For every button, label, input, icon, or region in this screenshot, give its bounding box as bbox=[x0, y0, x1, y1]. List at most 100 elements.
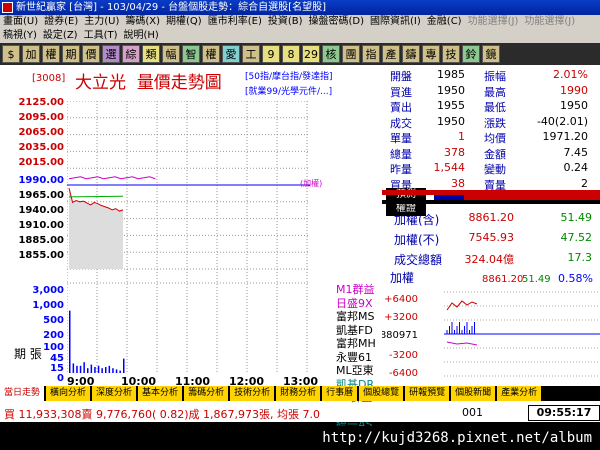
toolbar-button[interactable]: 價 bbox=[82, 45, 100, 63]
index-label: 加權(不) bbox=[394, 233, 440, 247]
analysis-tabs: 當日走勢 橫向分析 深度分析 基本分析 籌碼分析 技術分析 財務分析 行事曆 個股總覽 研報預覽個… bbox=[0, 386, 600, 401]
toolbar-button[interactable]: 指 bbox=[362, 45, 380, 63]
toolbar-button[interactable]: 權 bbox=[42, 45, 60, 63]
toolbar-button[interactable]: 核 bbox=[322, 45, 340, 63]
menu-item[interactable]: 功能選擇(J) bbox=[521, 15, 578, 29]
volume-bar bbox=[69, 310, 71, 373]
menu-item[interactable]: 稿視(Y) bbox=[0, 29, 40, 43]
analysis-tab[interactable]: 籌碼分析 bbox=[184, 386, 229, 401]
quote-value: 1950 bbox=[437, 114, 465, 128]
analysis-tab[interactable]: 個股總覽 bbox=[359, 386, 404, 401]
volume-bar bbox=[115, 369, 118, 373]
menu-item[interactable]: 設定(Z) bbox=[40, 29, 81, 43]
quote-label: 最高 bbox=[484, 85, 506, 99]
clock: 09:55:17 bbox=[528, 405, 600, 421]
analysis-tab[interactable]: 技術分析 bbox=[230, 386, 275, 401]
volume-bar bbox=[83, 362, 85, 373]
toolbar-button[interactable]: 智 bbox=[182, 45, 200, 63]
toolbar-button[interactable]: 團 bbox=[342, 45, 360, 63]
stock-code[interactable]: [3008] bbox=[32, 73, 65, 84]
analysis-tab[interactable]: 行事曆 bbox=[322, 386, 358, 401]
menu-item[interactable]: 證券(E) bbox=[41, 15, 81, 29]
broker-item[interactable]: M1群益 bbox=[336, 283, 382, 297]
toolbar-button[interactable]: 期 bbox=[62, 45, 80, 63]
chart-panel: [3008] 大立光 量價走勢圖 [50指/摩台指/發達指] [就業99/光學元… bbox=[0, 65, 382, 445]
toolbar-button[interactable]: 綜 bbox=[122, 45, 140, 63]
volume-bar bbox=[90, 364, 93, 373]
broker-item[interactable]: 富邦MH bbox=[336, 337, 382, 351]
broker-item[interactable]: 富邦MS bbox=[336, 310, 382, 324]
menu-item[interactable]: 說明(H) bbox=[121, 29, 162, 43]
broker-item[interactable]: 永豐61 bbox=[336, 351, 382, 365]
quote-value: 1990 bbox=[560, 83, 588, 97]
toolbar-button[interactable]: 專 bbox=[422, 45, 440, 63]
toolbar-button[interactable]: 加 bbox=[22, 45, 40, 63]
page-number: 001 bbox=[462, 406, 483, 419]
broker-item[interactable]: ML亞東 bbox=[336, 364, 382, 378]
toolbar-button[interactable]: $ bbox=[2, 45, 20, 63]
menu-item[interactable]: 金融(C) bbox=[424, 15, 465, 29]
stock-tag-index[interactable]: [50指/摩台指/發達指] bbox=[245, 69, 333, 82]
index-change: 51.49 bbox=[560, 211, 593, 224]
broker-item[interactable]: 日盛9X bbox=[336, 297, 382, 311]
toolbar-button[interactable]: 9 bbox=[262, 45, 280, 63]
toolbar-button[interactable]: 29 bbox=[302, 45, 320, 63]
quote-value: 1971.20 bbox=[542, 130, 589, 143]
menu-item[interactable]: 籌碼(X) bbox=[122, 15, 163, 29]
price-chart[interactable] bbox=[66, 100, 310, 373]
stock-header: [3008] 大立光 量價走勢圖 [50指/摩台指/發達指] [就業99/光學元… bbox=[0, 65, 382, 101]
toolbar-button[interactable]: 類 bbox=[142, 45, 160, 63]
toolbar-button[interactable]: 技 bbox=[442, 45, 460, 63]
toolbar-button[interactable]: 鈴 bbox=[462, 45, 480, 63]
volume-bar bbox=[87, 368, 89, 373]
toolbar-button[interactable]: 工 bbox=[242, 45, 260, 63]
quote-label: 振幅 bbox=[484, 70, 506, 83]
menu-item[interactable]: 工具(T) bbox=[81, 29, 121, 43]
toolbar-button[interactable]: 鑄 bbox=[402, 45, 420, 63]
menu-item[interactable]: 主力(U) bbox=[81, 15, 122, 29]
index-change: 47.52 bbox=[560, 231, 593, 244]
analysis-tab[interactable]: 當日走勢 bbox=[0, 386, 45, 401]
menu-item[interactable]: 國際資訊(I) bbox=[367, 15, 424, 29]
menu-item[interactable]: 功能選擇(J) bbox=[465, 15, 522, 29]
toolbar-button[interactable]: 8 bbox=[282, 45, 300, 63]
toolbar-button[interactable]: 鏡 bbox=[482, 45, 500, 63]
volume-tick-label: 0 bbox=[57, 373, 64, 384]
menu-item[interactable]: 畫面(U) bbox=[0, 15, 41, 29]
quote-value: 38 bbox=[451, 176, 465, 190]
analysis-tab[interactable]: 財務分析 bbox=[276, 386, 321, 401]
stock-tag-sector[interactable]: [就業99/光學元件/...] bbox=[245, 84, 332, 97]
volume-bar bbox=[79, 365, 82, 373]
index-label: 成交總額 bbox=[394, 253, 443, 267]
menu-item[interactable]: 匯市利率(E) bbox=[205, 15, 265, 29]
menu-item[interactable]: 期權(Q) bbox=[163, 15, 205, 29]
index-mini-chart[interactable]: 加權 8861.2051.49 0.58% +6400 +3200 880971 -3200… bbox=[382, 270, 600, 405]
quote-label: 單量 bbox=[390, 132, 412, 145]
price-tick-label: 1965.00 bbox=[18, 190, 64, 201]
volume-tick-label: 1,000 bbox=[32, 300, 64, 311]
analysis-tab[interactable]: 個股新聞 bbox=[451, 386, 496, 401]
analysis-tab[interactable]: 研報預覽 bbox=[405, 386, 450, 401]
analysis-tab[interactable]: 橫向分析 bbox=[46, 386, 91, 401]
mini-label: 加權 bbox=[390, 271, 414, 285]
menu-item[interactable]: 操盤密碼(D) bbox=[306, 15, 368, 29]
toolbar-button[interactable]: 權 bbox=[202, 45, 220, 63]
volume-tick-label: 200 bbox=[43, 330, 64, 341]
volume-caption: 期 張 bbox=[14, 347, 42, 361]
toolbar-button[interactable]: 選 bbox=[102, 45, 120, 63]
toolbar-button[interactable]: 產 bbox=[382, 45, 400, 63]
toolbar-button[interactable]: 幅 bbox=[162, 45, 180, 63]
analysis-tab[interactable]: 基本分析 bbox=[138, 386, 183, 401]
broker-item[interactable]: 凱基FD bbox=[336, 324, 382, 338]
menu-item[interactable]: 投資(B) bbox=[265, 15, 306, 29]
price-tick-label: 2125.00 bbox=[18, 97, 64, 108]
quote-value: 1985 bbox=[437, 68, 465, 81]
price-tick-label: 2065.00 bbox=[18, 127, 64, 138]
menu-row-1: 畫面(U) 證券(E) 主力(U) 籌碼(X) 期權(Q) 匯市利率(E) 投資(B) 操盤密… bbox=[0, 15, 600, 29]
status-bar: 買 11,933,308賣 9,776,760( 0.82)成 1,867,97… bbox=[0, 403, 600, 422]
quote-value: 1950 bbox=[560, 99, 588, 112]
analysis-tab[interactable]: 產業分析 bbox=[497, 386, 542, 401]
toolbar-button[interactable]: 愛 bbox=[222, 45, 240, 63]
quote-value: 378 bbox=[444, 145, 465, 159]
analysis-tab[interactable]: 深度分析 bbox=[92, 386, 137, 401]
